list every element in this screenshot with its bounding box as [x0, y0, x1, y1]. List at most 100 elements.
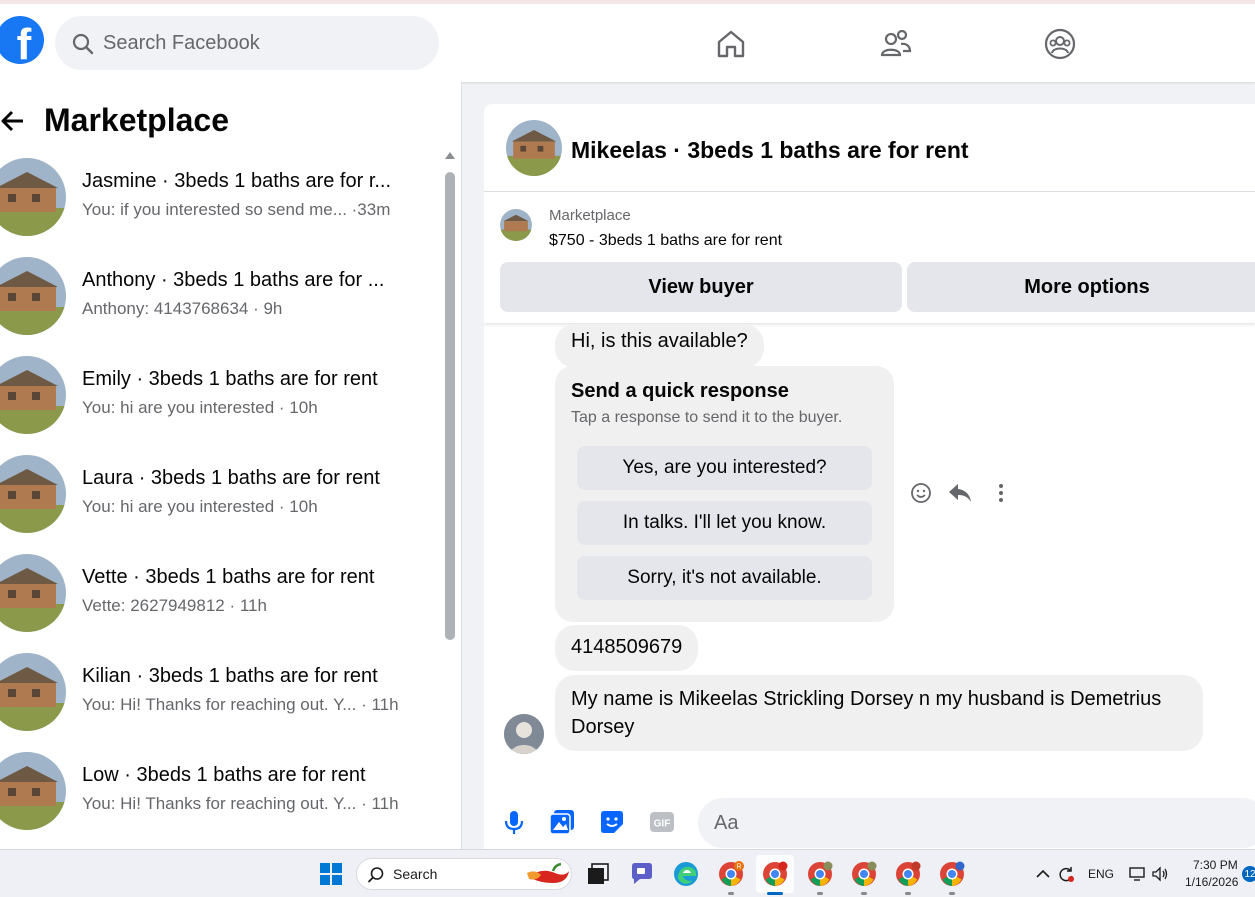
view-buyer-button[interactable]: View buyer [500, 262, 902, 312]
microphone-icon[interactable] [500, 808, 528, 836]
top-navigation-bar: f [0, 0, 1255, 82]
house-avatar [0, 158, 66, 236]
volume-icon[interactable] [1151, 865, 1169, 883]
image-icon[interactable] [548, 808, 576, 836]
quick-response-subtitle: Tap a response to send it to the buyer. [571, 409, 843, 426]
conversation-item[interactable]: Jasmine · 3beds 1 baths are for r... You… [0, 154, 440, 253]
conversation-preview: Vette: 2627949812 · 11h [82, 596, 267, 615]
language-indicator[interactable]: ENG [1088, 867, 1114, 881]
search-input[interactable] [103, 31, 403, 55]
quick-reply-button[interactable]: In talks. I'll let you know. [577, 501, 872, 545]
message-thread: Hi, is this available? Send a quick resp… [484, 324, 1255, 784]
conversation-name: Anthony · 3beds 1 baths are for ... [82, 269, 385, 291]
house-avatar [0, 752, 66, 830]
conversation-preview: Anthony: 4143768634 · 9h [82, 299, 283, 318]
conversation-preview: You: hi are you interested · 10h [82, 398, 318, 417]
conversation-name: Emily · 3beds 1 baths are for rent [82, 368, 378, 390]
sticker-icon[interactable] [598, 808, 626, 836]
message-composer: GIF [484, 794, 1255, 849]
friends-icon[interactable] [878, 26, 914, 62]
conversation-name: Vette · 3beds 1 baths are for rent [82, 566, 375, 588]
chrome-icon[interactable] [894, 860, 922, 888]
network-icon[interactable] [1128, 865, 1146, 883]
listing-price-title[interactable]: $750 - 3beds 1 baths are for rent [549, 232, 782, 250]
taskbar-search-label: Search [393, 866, 438, 882]
windows-start-icon[interactable] [319, 862, 343, 886]
conversation-item[interactable]: Anthony · 3beds 1 baths are for ... Anth… [0, 253, 440, 352]
conversation-preview: You: Hi! Thanks for reaching out. Y... ·… [82, 695, 399, 714]
conversation-list: Jasmine · 3beds 1 baths are for r... You… [0, 154, 440, 847]
message-bubble: My name is Mikeelas Strickling Dorsey n … [555, 675, 1203, 751]
gif-icon[interactable]: GIF [648, 808, 676, 836]
marketplace-conversations-panel: Marketplace Jasmine · 3beds 1 baths are … [0, 82, 462, 849]
conversation-item[interactable]: Low · 3beds 1 baths are for rent You: Hi… [0, 748, 440, 847]
chat-panel: Mikeelas · 3beds 1 baths are for rent Ma… [484, 104, 1255, 849]
conversation-item[interactable]: Vette · 3beds 1 baths are for rent Vette… [0, 550, 440, 649]
house-avatar [0, 257, 66, 335]
conversation-preview: You: Hi! Thanks for reaching out. Y... ·… [82, 794, 399, 813]
chrome-active-icon[interactable] [756, 855, 794, 893]
house-avatar[interactable] [506, 120, 562, 176]
house-avatar [0, 554, 66, 632]
home-icon[interactable] [713, 26, 749, 62]
conversation-name: Jasmine · 3beds 1 baths are for r... [82, 170, 392, 192]
facebook-logo[interactable]: f [0, 16, 44, 64]
message-bubble: 4148509679 [555, 625, 699, 671]
conversation-preview: You: hi are you interested · 10h [82, 497, 318, 516]
house-avatar [0, 653, 66, 731]
running-indicator [728, 892, 734, 895]
chrome-icon[interactable] [850, 860, 878, 888]
running-indicator [905, 892, 911, 895]
house-avatar [0, 455, 66, 533]
message-bubble: Hi, is this available? [555, 324, 764, 368]
profile-badge: R [736, 864, 741, 871]
emoji-icon[interactable] [909, 481, 933, 505]
gif-label: GIF [654, 819, 671, 830]
logo-letter: f [16, 20, 32, 64]
chrome-icon[interactable] [938, 860, 966, 888]
listing-thumbnail[interactable] [500, 209, 532, 241]
chrome-icon[interactable]: R [717, 860, 745, 888]
conversation-name: Laura · 3beds 1 baths are for rent [82, 467, 380, 489]
chat-header: Mikeelas · 3beds 1 baths are for rent [484, 104, 1255, 192]
quick-reply-button[interactable]: Sorry, it's not available. [577, 556, 872, 600]
quick-reply-button[interactable]: Yes, are you interested? [577, 446, 872, 490]
page-title: Marketplace [44, 102, 229, 138]
back-arrow-icon[interactable] [0, 108, 26, 134]
conversation-name: Kilian · 3beds 1 baths are for rent [82, 665, 378, 687]
active-indicator [767, 892, 783, 895]
conversation-preview: You: if you interested so send me... ·33… [82, 200, 391, 219]
taskbar-search[interactable]: Search [356, 858, 572, 890]
chevron-up-icon[interactable] [1034, 865, 1052, 883]
conversation-item[interactable]: Laura · 3beds 1 baths are for rent You: … [0, 451, 440, 550]
search-icon [368, 867, 384, 883]
groups-icon[interactable] [1042, 26, 1078, 62]
quick-response-title: Send a quick response [571, 380, 789, 402]
chat-title[interactable]: Mikeelas · 3beds 1 baths are for rent [571, 137, 969, 164]
chrome-icon[interactable] [806, 860, 834, 888]
windows-taskbar: Search R ENG 7:30 PM 1/16/2026 12 [0, 849, 1255, 897]
house-avatar [0, 356, 66, 434]
sync-icon[interactable] [1057, 865, 1075, 883]
more-icon[interactable] [989, 481, 1013, 505]
quick-response-card: Send a quick response Tap a response to … [555, 366, 894, 622]
reply-icon[interactable] [947, 481, 973, 505]
teams-chat-icon[interactable] [628, 860, 656, 888]
scroll-up-arrow-icon[interactable] [445, 152, 455, 159]
message-input[interactable] [698, 798, 1255, 848]
listing-source-label: Marketplace [549, 207, 631, 224]
edge-icon[interactable] [672, 860, 700, 888]
notification-count-badge[interactable]: 12 [1242, 866, 1255, 882]
scrollbar[interactable] [443, 152, 457, 712]
scrollbar-thumb[interactable] [445, 172, 455, 640]
more-options-button[interactable]: More options [907, 262, 1255, 312]
running-indicator [861, 892, 867, 895]
conversation-name: Low · 3beds 1 baths are for rent [82, 764, 366, 786]
sender-avatar[interactable] [504, 714, 544, 754]
clock-date[interactable]: 1/16/2026 [1185, 875, 1238, 889]
conversation-item[interactable]: Emily · 3beds 1 baths are for rent You: … [0, 352, 440, 451]
conversation-item[interactable]: Kilian · 3beds 1 baths are for rent You:… [0, 649, 440, 748]
clock-time[interactable]: 7:30 PM [1193, 858, 1238, 872]
search-bar[interactable] [55, 16, 439, 70]
task-view-icon[interactable] [584, 860, 612, 888]
